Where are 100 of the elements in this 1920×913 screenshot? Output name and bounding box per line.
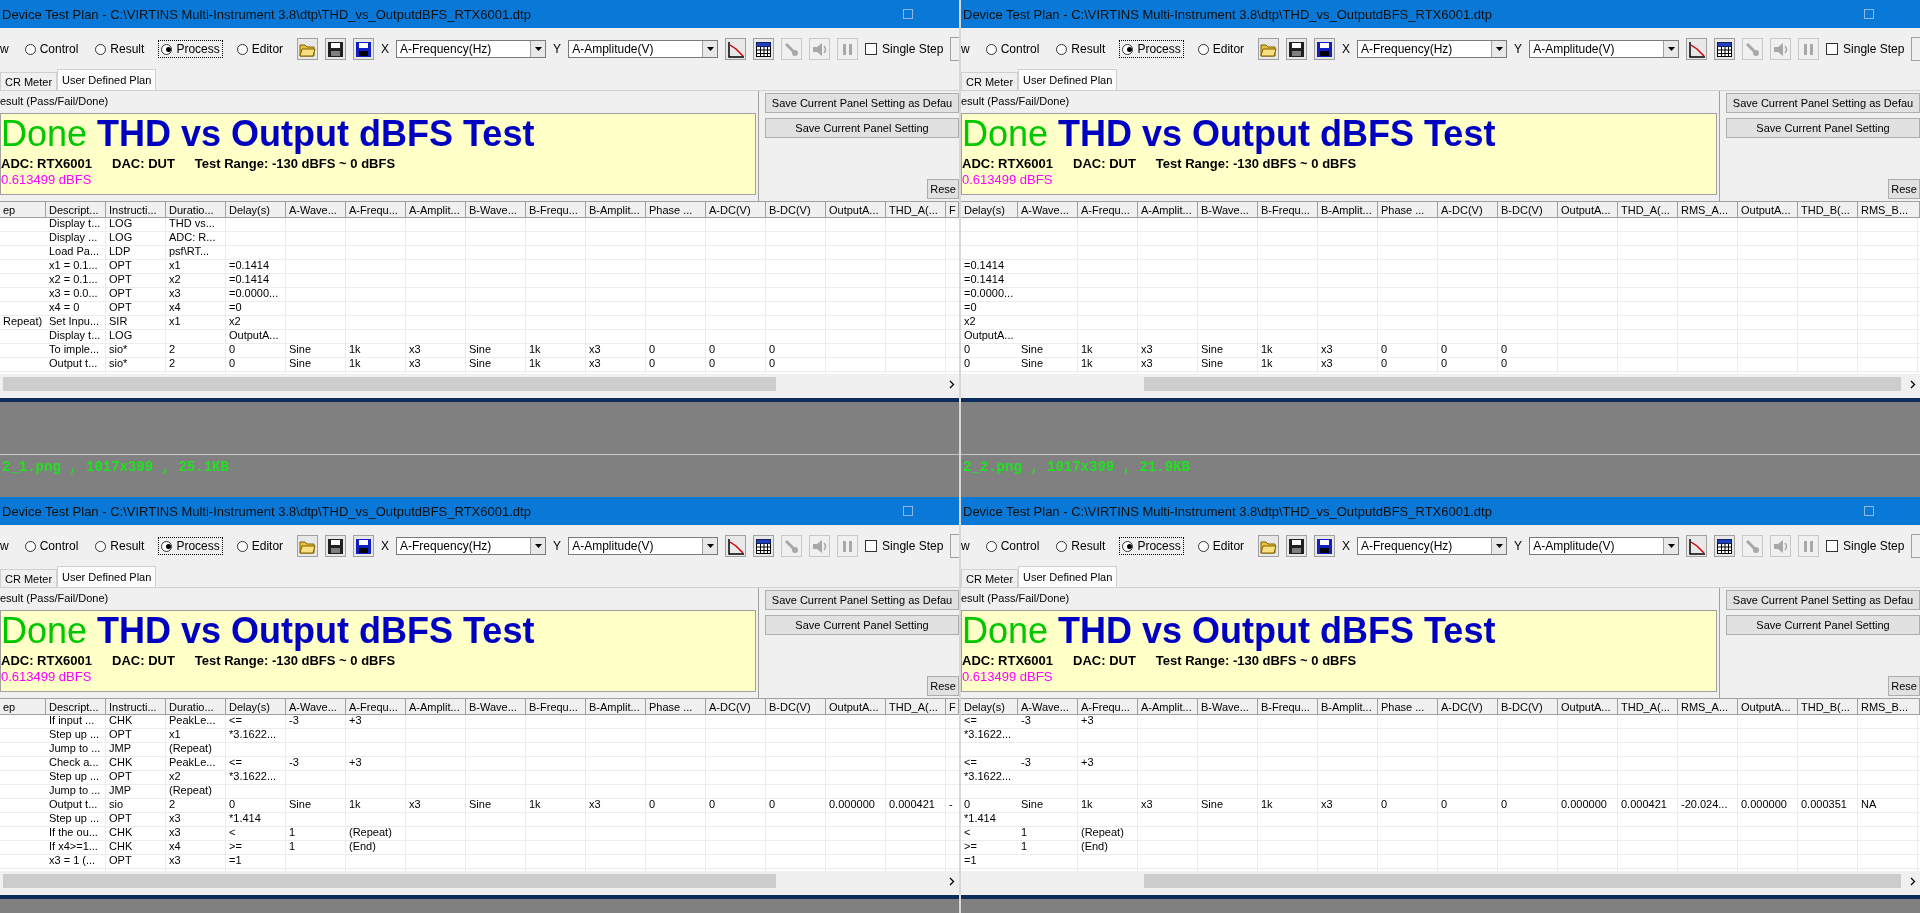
column-header[interactable]: THD_B(... <box>1798 699 1858 715</box>
column-header[interactable]: B-Frequ... <box>526 202 586 218</box>
y-axis-dropdown[interactable]: A-Amplitude(V) <box>568 40 719 58</box>
column-header[interactable]: B-Wave... <box>466 699 526 715</box>
mode-radio[interactable]: Control <box>982 40 1043 58</box>
column-header[interactable]: OutputA... <box>1738 202 1798 218</box>
column-header[interactable]: A-Wave... <box>286 202 346 218</box>
save-button[interactable] <box>325 38 347 60</box>
column-header[interactable]: OutputA... <box>1738 699 1798 715</box>
column-header[interactable]: A-Amplit... <box>1138 699 1198 715</box>
column-header[interactable]: B-Wave... <box>466 202 526 218</box>
column-header[interactable]: B-Amplit... <box>586 699 646 715</box>
column-header[interactable]: A-Frequ... <box>346 699 406 715</box>
save-setting-button[interactable]: Save Current Panel Setting as Defau <box>1726 93 1920 113</box>
column-header[interactable]: B-Frequ... <box>1258 699 1318 715</box>
save-as-button[interactable] <box>353 38 374 60</box>
column-header[interactable]: B-Amplit... <box>1318 699 1378 715</box>
column-header[interactable]: A-Amplit... <box>406 699 466 715</box>
mode-radio[interactable]: Process <box>1119 537 1184 555</box>
column-header[interactable]: OutputA... <box>1558 699 1618 715</box>
save-setting-button[interactable]: Save Current Panel Setting <box>765 118 959 138</box>
tab[interactable]: User Defined Plan <box>57 566 157 587</box>
save-button[interactable] <box>1286 535 1308 557</box>
save-button[interactable] <box>1286 38 1308 60</box>
column-header[interactable]: B-DC(V) <box>1498 699 1558 715</box>
column-header[interactable]: A-Amplit... <box>406 202 466 218</box>
column-header[interactable]: Descript... <box>46 699 106 715</box>
mode-radio[interactable]: Editor <box>233 40 287 58</box>
column-header[interactable]: B-Frequ... <box>1258 202 1318 218</box>
chart-button[interactable] <box>725 38 747 60</box>
tab[interactable]: CR Meter <box>0 569 58 587</box>
save-setting-button[interactable]: Save Current Panel Setting as Defau <box>765 590 959 610</box>
table-button[interactable] <box>753 38 775 60</box>
checkbox-square[interactable] <box>865 540 878 552</box>
x-axis-dropdown[interactable]: A-Frequency(Hz) <box>1357 40 1508 58</box>
column-header[interactable]: RMS_A... <box>1678 202 1738 218</box>
column-header[interactable]: Phase ... <box>646 699 706 715</box>
save-as-button[interactable] <box>1314 535 1335 557</box>
open-button[interactable] <box>1258 535 1280 557</box>
column-header[interactable]: RMS_B... <box>1858 699 1920 715</box>
column-header[interactable]: OutputA... <box>826 202 886 218</box>
reset-button[interactable]: Rese <box>927 179 959 199</box>
checkbox-square[interactable] <box>865 43 878 55</box>
mode-radio[interactable]: Control <box>21 537 82 555</box>
column-header[interactable]: THD_A(... <box>886 202 946 218</box>
save-setting-button[interactable]: Save Current Panel Setting <box>1726 118 1920 138</box>
x-axis-dropdown[interactable]: A-Frequency(Hz) <box>1357 537 1508 555</box>
column-header[interactable]: Instructi... <box>106 202 166 218</box>
table-button[interactable] <box>1714 38 1736 60</box>
x-axis-dropdown[interactable]: A-Frequency(Hz) <box>396 40 547 58</box>
save-button[interactable] <box>325 535 347 557</box>
column-header[interactable]: B-DC(V) <box>1498 202 1558 218</box>
column-header[interactable]: THD_A(... <box>886 699 946 715</box>
tab[interactable]: CR Meter <box>961 569 1019 587</box>
column-header[interactable]: Delay(s) <box>961 699 1018 715</box>
column-header[interactable]: F <box>946 202 959 218</box>
save-setting-button[interactable]: Save Current Panel Setting as Defau <box>1726 590 1920 610</box>
column-header[interactable]: Duratio... <box>166 699 226 715</box>
column-header[interactable]: F <box>946 699 959 715</box>
mode-radio[interactable]: Process <box>158 40 223 58</box>
chart-button[interactable] <box>1686 38 1708 60</box>
column-header[interactable]: A-Frequ... <box>1078 202 1138 218</box>
open-button[interactable] <box>297 38 319 60</box>
mode-radio[interactable]: Result <box>1053 537 1109 555</box>
column-header[interactable]: Delay(s) <box>226 699 286 715</box>
column-header[interactable]: Delay(s) <box>961 202 1018 218</box>
column-header[interactable]: RMS_B... <box>1858 202 1920 218</box>
single-step-checkbox[interactable]: Single Step <box>1826 42 1905 56</box>
column-header[interactable]: A-Amplit... <box>1138 202 1198 218</box>
mode-radio[interactable]: Control <box>982 537 1043 555</box>
chart-button[interactable] <box>1686 535 1708 557</box>
column-header[interactable]: ep <box>0 699 46 715</box>
x-axis-dropdown[interactable]: A-Frequency(Hz) <box>396 537 547 555</box>
tab[interactable]: CR Meter <box>961 72 1019 90</box>
open-button[interactable] <box>297 535 319 557</box>
column-header[interactable]: A-Wave... <box>1018 699 1078 715</box>
mode-radio[interactable]: Result <box>92 40 148 58</box>
mode-radio[interactable]: Process <box>1119 40 1184 58</box>
column-header[interactable]: A-DC(V) <box>1438 699 1498 715</box>
column-header[interactable]: B-Amplit... <box>1318 202 1378 218</box>
column-header[interactable]: B-Frequ... <box>526 699 586 715</box>
open-button[interactable] <box>1258 38 1280 60</box>
save-setting-button[interactable]: Save Current Panel Setting as Defau <box>765 93 959 113</box>
tab[interactable]: User Defined Plan <box>57 69 157 90</box>
mode-radio[interactable]: Editor <box>1194 537 1248 555</box>
single-step-checkbox[interactable]: Single Step <box>865 42 944 56</box>
save-setting-button[interactable]: Save Current Panel Setting <box>765 615 959 635</box>
column-header[interactable]: RMS_A... <box>1678 699 1738 715</box>
reset-button[interactable]: Rese <box>927 676 959 696</box>
mode-radio[interactable]: Process <box>158 537 223 555</box>
mode-radio[interactable]: Editor <box>233 537 287 555</box>
checkbox-square[interactable] <box>1826 540 1839 552</box>
column-header[interactable]: B-Amplit... <box>586 202 646 218</box>
column-header[interactable]: OutputA... <box>1558 202 1618 218</box>
column-header[interactable]: ep <box>0 202 46 218</box>
y-axis-dropdown[interactable]: A-Amplitude(V) <box>1529 537 1680 555</box>
column-header[interactable]: Phase ... <box>646 202 706 218</box>
tab[interactable]: User Defined Plan <box>1018 69 1118 90</box>
reset-button[interactable]: Rese <box>1888 179 1920 199</box>
column-header[interactable]: Phase ... <box>1378 202 1438 218</box>
